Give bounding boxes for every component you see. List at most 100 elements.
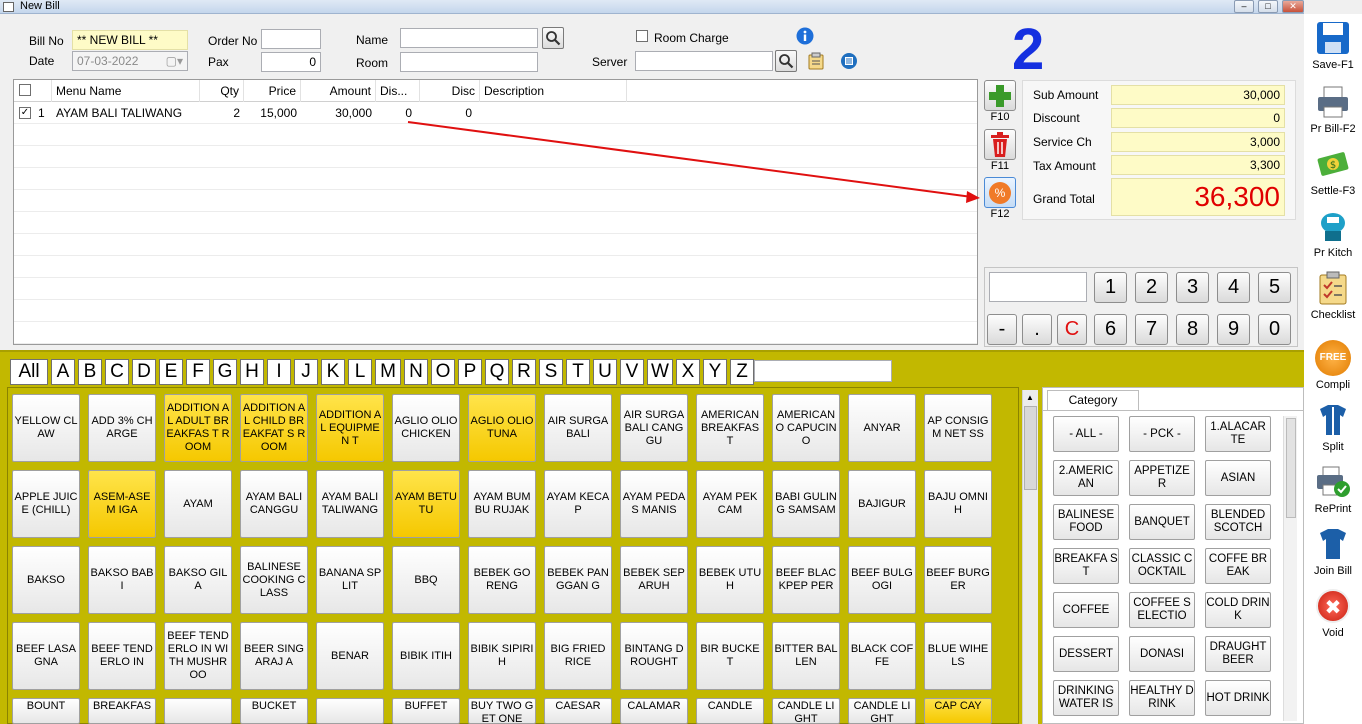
menu-item-button[interactable]: BENAR: [316, 622, 384, 690]
scroll-thumb[interactable]: [1024, 406, 1037, 490]
alpha-filter-a[interactable]: A: [51, 359, 75, 385]
pax-input[interactable]: 0: [261, 52, 321, 72]
menu-item-button[interactable]: ADDITION AL CHILD BREAKFAT S ROOM: [240, 394, 308, 462]
menu-item-button[interactable]: BEBEK GORENG: [468, 546, 536, 614]
menu-item-button[interactable]: BITTER BALLEN: [772, 622, 840, 690]
alpha-filter-g[interactable]: G: [213, 359, 237, 385]
info-icon[interactable]: [796, 27, 814, 48]
category-button[interactable]: DRINKING WATER IS: [1053, 680, 1119, 716]
menu-item-button[interactable]: ASEM-ASE M IGA: [88, 470, 156, 538]
alpha-filter-all[interactable]: All: [10, 359, 48, 385]
menu-item-button[interactable]: AYAM BETUTU: [392, 470, 460, 538]
close-button[interactable]: ✕: [1282, 0, 1304, 13]
menu-item-button[interactable]: BOUNT: [12, 698, 80, 724]
menu-item-button[interactable]: APPLE JUICE (CHILL): [12, 470, 80, 538]
settle-button[interactable]: $ Settle-F3: [1304, 146, 1362, 197]
menu-item-button[interactable]: BEBEK SEPARUH: [620, 546, 688, 614]
category-button[interactable]: DESSERT: [1053, 636, 1119, 672]
name-input[interactable]: [400, 28, 538, 48]
alpha-filter-i[interactable]: I: [267, 359, 291, 385]
join-bill-button[interactable]: Join Bill: [1304, 526, 1362, 577]
menu-item-button[interactable]: BEBEK UTUH: [696, 546, 764, 614]
menu-scrollbar[interactable]: ▲: [1022, 390, 1038, 724]
menu-item-button[interactable]: AYAM BALI CANGGU: [240, 470, 308, 538]
menu-item-button[interactable]: BINTANG DROUGHT: [620, 622, 688, 690]
add-item-button[interactable]: [984, 80, 1016, 111]
numpad-key-2[interactable]: 2: [1135, 272, 1168, 303]
select-all-checkbox[interactable]: [19, 84, 31, 96]
menu-item-button[interactable]: BEEF BULGOGI: [848, 546, 916, 614]
numpad-key-minus[interactable]: -: [987, 314, 1017, 345]
menu-item-button[interactable]: [316, 698, 384, 724]
reprint-button[interactable]: RePrint: [1304, 464, 1362, 515]
menu-item-button[interactable]: AYAM KECAP: [544, 470, 612, 538]
category-button[interactable]: DRAUGHT BEER: [1205, 636, 1271, 672]
print-bill-button[interactable]: Pr Bill-F2: [1304, 84, 1362, 135]
print-kitchen-button[interactable]: Pr Kitch: [1304, 208, 1362, 259]
menu-item-button[interactable]: CALAMAR: [620, 698, 688, 724]
menu-item-button[interactable]: AP CONSIGM NET SS: [924, 394, 992, 462]
calendar-dropdown-icon[interactable]: ▢▾: [166, 52, 183, 70]
alpha-filter-n[interactable]: N: [404, 359, 428, 385]
category-button[interactable]: ASIAN: [1205, 460, 1271, 496]
category-button[interactable]: BANQUET: [1129, 504, 1195, 540]
menu-item-button[interactable]: BEEF BLACKPEP PER: [772, 546, 840, 614]
col-disc[interactable]: Disc: [420, 80, 480, 102]
menu-item-button[interactable]: AYAM BUMBU RUJAK: [468, 470, 536, 538]
menu-item-button[interactable]: CANDLE LIGHT: [848, 698, 916, 724]
menu-item-button[interactable]: AIR SURGA BALI CANGGU: [620, 394, 688, 462]
alpha-filter-c[interactable]: C: [105, 359, 129, 385]
alpha-filter-k[interactable]: K: [321, 359, 345, 385]
category-button[interactable]: 2.AMERIC AN: [1053, 460, 1119, 496]
menu-item-button[interactable]: AIR SURGA BALI: [544, 394, 612, 462]
menu-item-button[interactable]: BLACK COFFE: [848, 622, 916, 690]
numpad-key-4[interactable]: 4: [1217, 272, 1250, 303]
menu-info-icon[interactable]: [840, 52, 858, 73]
menu-item-button[interactable]: ADD 3% CHARGE: [88, 394, 156, 462]
alpha-filter-s[interactable]: S: [539, 359, 563, 385]
numpad-key-3[interactable]: 3: [1176, 272, 1209, 303]
numpad-key-clear[interactable]: C: [1057, 314, 1087, 345]
menu-item-button[interactable]: BIBIK SIPIRIH: [468, 622, 536, 690]
category-button[interactable]: DONASI: [1129, 636, 1195, 672]
menu-item-button[interactable]: ADDITION AL ADULT BREAKFAS T ROOM: [164, 394, 232, 462]
alpha-filter-e[interactable]: E: [159, 359, 183, 385]
menu-item-button[interactable]: AYAM BALI TALIWANG: [316, 470, 384, 538]
menu-item-button[interactable]: AYAM: [164, 470, 232, 538]
menu-item-button[interactable]: BEEF TENDERLO IN WITH MUSHROO: [164, 622, 232, 690]
date-picker[interactable]: 07-03-2022 ▢▾: [72, 51, 188, 71]
menu-item-button[interactable]: BEEF LASAGNA: [12, 622, 80, 690]
numpad-key-0[interactable]: 0: [1258, 314, 1291, 345]
menu-item-button[interactable]: BAKSO: [12, 546, 80, 614]
alpha-filter-w[interactable]: W: [647, 359, 673, 385]
category-scroll-thumb[interactable]: [1286, 418, 1296, 518]
menu-item-button[interactable]: ADDITION AL EQUIPMEN T: [316, 394, 384, 462]
alpha-filter-o[interactable]: O: [431, 359, 455, 385]
menu-item-button[interactable]: AGLIO OLIO TUNA: [468, 394, 536, 462]
menu-item-button[interactable]: CANDLE LIGHT: [772, 698, 840, 724]
col-menu-name[interactable]: Menu Name: [52, 80, 200, 102]
numpad-key-1[interactable]: 1: [1094, 272, 1127, 303]
category-button[interactable]: COFFE BREAK: [1205, 548, 1271, 584]
menu-item-button[interactable]: AYAM PEK CAM: [696, 470, 764, 538]
checklist-button[interactable]: Checklist: [1304, 270, 1362, 321]
void-button[interactable]: ✖ Void: [1304, 588, 1362, 639]
alpha-filter-z[interactable]: Z: [730, 359, 754, 385]
numpad-display[interactable]: [989, 272, 1087, 302]
menu-item-button[interactable]: BUY TWO GET ONE: [468, 698, 536, 724]
category-button[interactable]: COFFEE SELECTIO: [1129, 592, 1195, 628]
clipboard-icon[interactable]: [808, 52, 824, 73]
menu-item-button[interactable]: BBQ: [392, 546, 460, 614]
numpad-key-6[interactable]: 6: [1094, 314, 1127, 345]
menu-item-button[interactable]: BALINESE COOKING CLASS: [240, 546, 308, 614]
menu-item-button[interactable]: AYAM PEDAS MANIS: [620, 470, 688, 538]
category-scrollbar[interactable]: [1283, 416, 1297, 721]
alpha-filter-r[interactable]: R: [512, 359, 536, 385]
alpha-filter-q[interactable]: Q: [485, 359, 509, 385]
category-button[interactable]: HEALTHY DRINK: [1129, 680, 1195, 716]
category-button[interactable]: APPETIZE R: [1129, 460, 1195, 496]
alpha-filter-l[interactable]: L: [348, 359, 372, 385]
menu-item-button[interactable]: BEBEK PANGGAN G: [544, 546, 612, 614]
menu-item-button[interactable]: CAP CAY: [924, 698, 992, 724]
menu-item-button[interactable]: BEEF TENDERLO IN: [88, 622, 156, 690]
